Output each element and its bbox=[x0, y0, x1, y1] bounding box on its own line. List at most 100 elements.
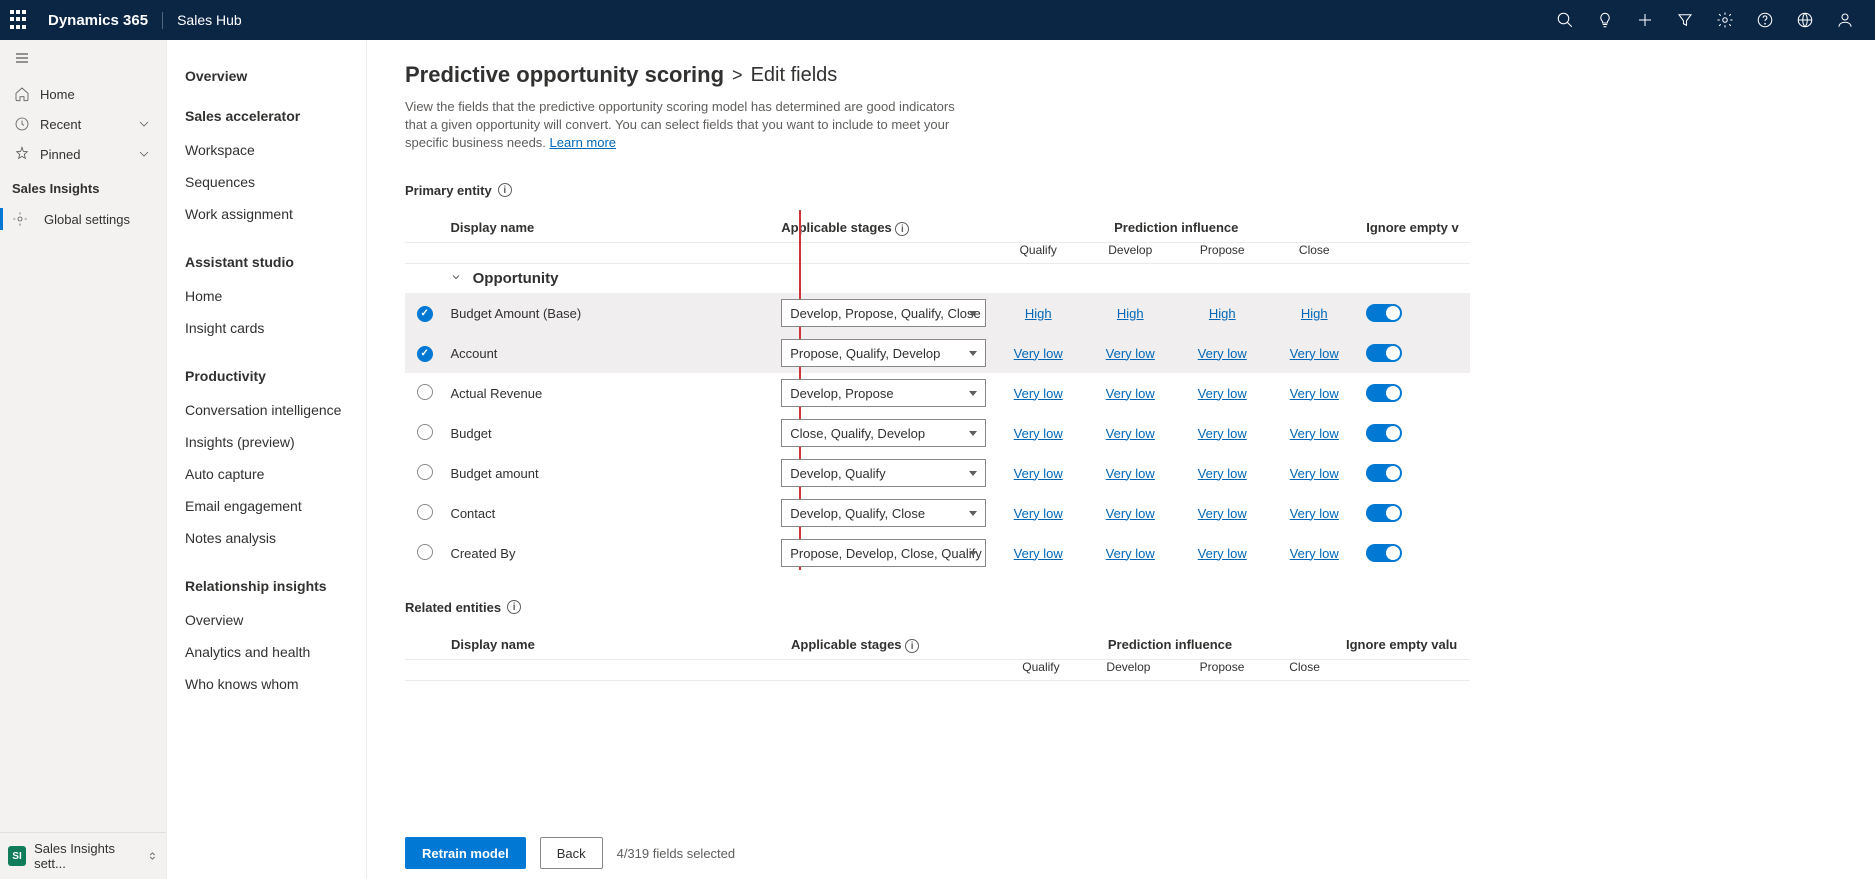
nav2-link[interactable]: Notes analysis bbox=[185, 522, 348, 554]
prediction-influence-link[interactable]: Very low bbox=[998, 506, 1078, 521]
nav-global-settings[interactable]: Global settings bbox=[0, 202, 166, 236]
prediction-influence-link[interactable]: Very low bbox=[1090, 386, 1170, 401]
nav2-link[interactable]: Overview bbox=[185, 604, 348, 636]
field-name-label: Account bbox=[444, 333, 775, 373]
prediction-influence-link[interactable]: Very low bbox=[1090, 506, 1170, 521]
ignore-empty-toggle[interactable] bbox=[1366, 344, 1402, 362]
ignore-empty-toggle[interactable] bbox=[1366, 544, 1402, 562]
prediction-influence-link[interactable]: Very low bbox=[998, 386, 1078, 401]
ignore-empty-toggle[interactable] bbox=[1366, 304, 1402, 322]
prediction-influence-link[interactable]: Very low bbox=[1274, 506, 1354, 521]
prediction-influence-link[interactable]: Very low bbox=[1090, 346, 1170, 361]
learn-more-link[interactable]: Learn more bbox=[550, 135, 616, 150]
app-switcher-icon[interactable] bbox=[1785, 0, 1825, 40]
nav2-link[interactable]: Analytics and health bbox=[185, 636, 348, 668]
prediction-influence-link[interactable]: Very low bbox=[1090, 426, 1170, 441]
nav2-link[interactable]: Work assignment bbox=[185, 198, 348, 230]
retrain-model-button[interactable]: Retrain model bbox=[405, 837, 526, 869]
ignore-empty-toggle[interactable] bbox=[1366, 384, 1402, 402]
row-select-radio[interactable] bbox=[417, 346, 433, 362]
info-icon[interactable]: i bbox=[905, 639, 919, 653]
nav2-link[interactable]: Insights (preview) bbox=[185, 426, 348, 458]
nav2-link[interactable]: Insight cards bbox=[185, 312, 348, 344]
info-icon[interactable]: i bbox=[498, 183, 512, 197]
nav-home[interactable]: Home bbox=[0, 79, 166, 109]
prediction-influence-link[interactable]: Very low bbox=[1182, 386, 1262, 401]
prediction-influence-link[interactable]: Very low bbox=[1274, 426, 1354, 441]
breadcrumb-sub: Edit fields bbox=[751, 64, 838, 87]
prediction-influence-link[interactable]: Very low bbox=[998, 426, 1078, 441]
prediction-influence-link[interactable]: High bbox=[1274, 306, 1354, 321]
info-icon[interactable]: i bbox=[895, 222, 909, 236]
info-icon[interactable]: i bbox=[507, 600, 521, 614]
nav2-link[interactable]: Sequences bbox=[185, 166, 348, 198]
row-select-radio[interactable] bbox=[417, 306, 433, 322]
gear-icon[interactable] bbox=[1705, 0, 1745, 40]
prediction-influence-link[interactable]: High bbox=[998, 306, 1078, 321]
group-row[interactable]: Opportunity bbox=[405, 264, 1470, 294]
search-icon[interactable] bbox=[1545, 0, 1585, 40]
row-select-radio[interactable] bbox=[417, 544, 433, 560]
prediction-influence-link[interactable]: Very low bbox=[1274, 546, 1354, 561]
nav2-link[interactable]: Conversation intelligence bbox=[185, 394, 348, 426]
applicable-stages-select[interactable]: Develop, Propose bbox=[781, 379, 986, 407]
lightbulb-icon[interactable] bbox=[1585, 0, 1625, 40]
nav2-heading[interactable]: Assistant studio bbox=[185, 254, 348, 270]
app-name-label[interactable]: Sales Hub bbox=[163, 12, 242, 28]
app-launcher-icon[interactable] bbox=[10, 10, 30, 30]
ignore-empty-toggle[interactable] bbox=[1366, 464, 1402, 482]
nav2-heading[interactable]: Sales accelerator bbox=[185, 108, 348, 124]
add-icon[interactable] bbox=[1625, 0, 1665, 40]
ignore-empty-toggle[interactable] bbox=[1366, 504, 1402, 522]
applicable-stages-select[interactable]: Close, Qualify, Develop bbox=[781, 419, 986, 447]
nav2-heading[interactable]: Productivity bbox=[185, 368, 348, 384]
secondary-nav: Overview Sales accelerator WorkspaceSequen… bbox=[167, 40, 367, 879]
applicable-stages-select[interactable]: Develop, Qualify, Close bbox=[781, 499, 986, 527]
col-display-name: Display name bbox=[444, 210, 775, 243]
nav2-heading[interactable]: Overview bbox=[185, 68, 348, 84]
col-ignore-empty: Ignore empty v bbox=[1360, 210, 1470, 243]
applicable-stages-select[interactable]: Develop, Propose, Qualify, Close bbox=[781, 299, 986, 327]
hamburger-icon[interactable] bbox=[0, 40, 166, 79]
applicable-stages-select[interactable]: Propose, Qualify, Develop bbox=[781, 339, 986, 367]
nav2-link[interactable]: Home bbox=[185, 280, 348, 312]
row-select-radio[interactable] bbox=[417, 384, 433, 400]
col-prediction-influence: Prediction influence bbox=[1000, 627, 1340, 660]
nav2-link[interactable]: Email engagement bbox=[185, 490, 348, 522]
filter-icon[interactable] bbox=[1665, 0, 1705, 40]
prediction-influence-link[interactable]: Very low bbox=[1182, 546, 1262, 561]
prediction-influence-link[interactable]: Very low bbox=[1274, 346, 1354, 361]
nav2-link[interactable]: Who knows whom bbox=[185, 668, 348, 700]
prediction-influence-link[interactable]: High bbox=[1090, 306, 1170, 321]
nav-pinned[interactable]: Pinned bbox=[0, 139, 166, 169]
prediction-influence-link[interactable]: Very low bbox=[1182, 426, 1262, 441]
prediction-influence-link[interactable]: Very low bbox=[1182, 346, 1262, 361]
row-select-radio[interactable] bbox=[417, 504, 433, 520]
prediction-influence-link[interactable]: Very low bbox=[998, 346, 1078, 361]
applicable-stages-select[interactable]: Develop, Qualify bbox=[781, 459, 986, 487]
assistant-icon[interactable] bbox=[1825, 0, 1865, 40]
area-switcher[interactable]: SI Sales Insights sett... bbox=[0, 832, 166, 879]
prediction-influence-link[interactable]: Very low bbox=[1090, 546, 1170, 561]
ignore-empty-toggle[interactable] bbox=[1366, 424, 1402, 442]
prediction-influence-link[interactable]: Very low bbox=[1182, 506, 1262, 521]
prediction-influence-link[interactable]: Very low bbox=[998, 546, 1078, 561]
back-button[interactable]: Back bbox=[540, 837, 603, 869]
prediction-influence-link[interactable]: High bbox=[1182, 306, 1262, 321]
prediction-influence-link[interactable]: Very low bbox=[1182, 466, 1262, 481]
nav-recent[interactable]: Recent bbox=[0, 109, 166, 139]
area-switcher-label: Sales Insights sett... bbox=[34, 841, 139, 871]
prediction-influence-link[interactable]: Very low bbox=[1274, 466, 1354, 481]
group-name-label: Opportunity bbox=[473, 270, 559, 287]
help-icon[interactable] bbox=[1745, 0, 1785, 40]
nav2-link[interactable]: Auto capture bbox=[185, 458, 348, 490]
nav2-link[interactable]: Workspace bbox=[185, 134, 348, 166]
row-select-radio[interactable] bbox=[417, 464, 433, 480]
applicable-stages-select[interactable]: Propose, Develop, Close, Qualify bbox=[781, 539, 986, 567]
nav2-heading[interactable]: Relationship insights bbox=[185, 578, 348, 594]
row-select-radio[interactable] bbox=[417, 424, 433, 440]
prediction-influence-link[interactable]: Very low bbox=[1274, 386, 1354, 401]
breadcrumb-main[interactable]: Predictive opportunity scoring bbox=[405, 62, 724, 88]
prediction-influence-link[interactable]: Very low bbox=[998, 466, 1078, 481]
prediction-influence-link[interactable]: Very low bbox=[1090, 466, 1170, 481]
